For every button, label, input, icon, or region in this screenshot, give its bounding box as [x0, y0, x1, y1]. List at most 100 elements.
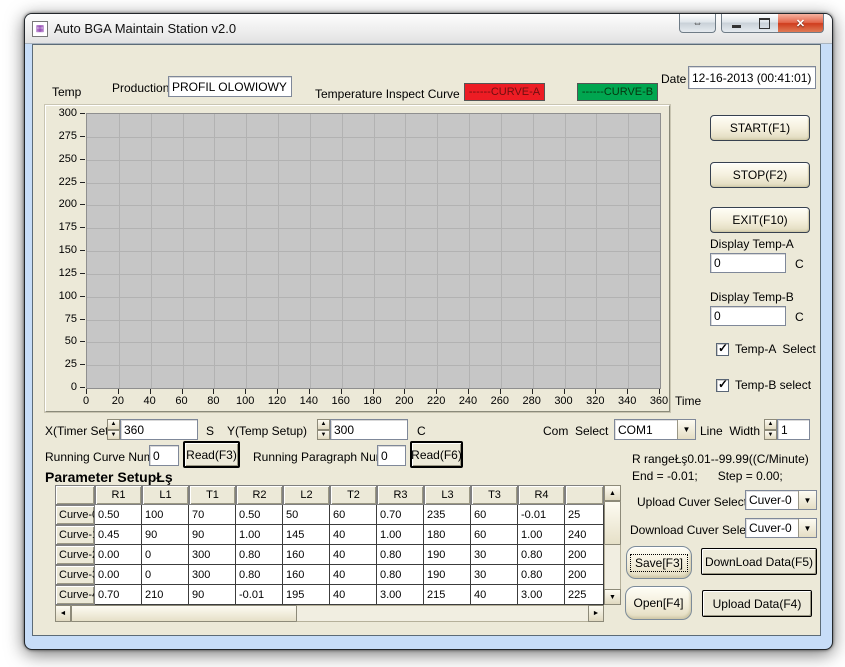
- table-cell[interactable]: 0.80: [236, 565, 283, 585]
- line-width-spinner[interactable]: ▲▼: [764, 419, 777, 440]
- column-header-L1[interactable]: L1: [142, 485, 189, 505]
- table-cell-partial[interactable]: 225: [565, 585, 604, 605]
- table-cell[interactable]: 0: [142, 545, 189, 565]
- table-cell[interactable]: 90: [142, 525, 189, 545]
- table-cell[interactable]: 0.70: [377, 505, 424, 525]
- table-cell[interactable]: 0: [142, 565, 189, 585]
- column-header-L2[interactable]: L2: [283, 485, 330, 505]
- spin-up-icon[interactable]: ▲: [764, 419, 777, 430]
- display-temp-a-input[interactable]: [710, 253, 786, 273]
- running-curve-number-input[interactable]: [149, 445, 179, 466]
- row-header-Curve-1[interactable]: Curve-1: [55, 525, 95, 545]
- exit-button[interactable]: EXIT(F10): [710, 207, 810, 233]
- table-cell[interactable]: 190: [424, 565, 471, 585]
- row-header-Curve-0[interactable]: Curve-0: [55, 505, 95, 525]
- column-header-R3[interactable]: R3: [377, 485, 424, 505]
- table-cell[interactable]: 300: [189, 545, 236, 565]
- table-cell[interactable]: 0.80: [518, 545, 565, 565]
- com-select-dropdown[interactable]: COM1 ▼: [614, 419, 696, 440]
- table-cell[interactable]: 60: [471, 525, 518, 545]
- column-header-L3[interactable]: L3: [424, 485, 471, 505]
- table-cell[interactable]: 60: [330, 505, 377, 525]
- table-cell[interactable]: 40: [330, 565, 377, 585]
- table-cell[interactable]: 30: [471, 565, 518, 585]
- open-f4-button[interactable]: Open[F4]: [625, 586, 692, 620]
- upload-cuver-dropdown[interactable]: Cuver-0 ▼: [745, 490, 817, 510]
- table-cell[interactable]: 235: [424, 505, 471, 525]
- checkbox-checked-icon[interactable]: [716, 343, 729, 356]
- scroll-left-icon[interactable]: ◄: [55, 605, 71, 622]
- table-cell[interactable]: 3.00: [518, 585, 565, 605]
- table-cell[interactable]: 190: [424, 545, 471, 565]
- column-header-T3[interactable]: T3: [471, 485, 518, 505]
- table-cell[interactable]: -0.01: [518, 505, 565, 525]
- table-cell[interactable]: 0.80: [518, 565, 565, 585]
- horizontal-scroll-thumb[interactable]: [71, 605, 297, 622]
- table-cell[interactable]: 0.50: [236, 505, 283, 525]
- table-cell[interactable]: 210: [142, 585, 189, 605]
- table-cell[interactable]: 90: [189, 525, 236, 545]
- table-cell[interactable]: 40: [330, 525, 377, 545]
- save-f3-button[interactable]: Save[F3]: [626, 546, 692, 579]
- download-data-f5-button[interactable]: DownLoad Data(F5): [701, 548, 817, 575]
- table-cell[interactable]: 300: [189, 565, 236, 585]
- table-cell-partial[interactable]: 25: [565, 505, 604, 525]
- column-header-T2[interactable]: T2: [330, 485, 377, 505]
- table-cell[interactable]: 90: [189, 585, 236, 605]
- running-paragraph-number-input[interactable]: [377, 445, 406, 466]
- table-cell[interactable]: 100: [142, 505, 189, 525]
- read-f6-button[interactable]: Read(F6): [410, 441, 463, 468]
- temp-b-select-checkbox[interactable]: Temp-B select: [716, 378, 811, 392]
- table-cell[interactable]: 180: [424, 525, 471, 545]
- table-cell[interactable]: 0.80: [377, 565, 424, 585]
- table-cell[interactable]: 40: [471, 585, 518, 605]
- x-timer-input[interactable]: [120, 419, 198, 440]
- start-button[interactable]: START(F1): [710, 115, 810, 141]
- table-cell[interactable]: 160: [283, 565, 330, 585]
- download-cuver-dropdown[interactable]: Cuver-0 ▼: [745, 518, 817, 538]
- table-cell[interactable]: 50: [283, 505, 330, 525]
- stop-button[interactable]: STOP(F2): [710, 162, 810, 188]
- title-bar[interactable]: ▦ Auto BGA Maintain Station v2.0 ⇔ ✕: [25, 14, 832, 44]
- vertical-scroll-thumb[interactable]: [604, 501, 621, 545]
- checkbox-checked-icon[interactable]: [716, 379, 729, 392]
- table-cell[interactable]: 195: [283, 585, 330, 605]
- y-temp-spinner[interactable]: ▲▼: [317, 419, 330, 440]
- table-cell[interactable]: 0.80: [377, 545, 424, 565]
- table-cell[interactable]: 215: [424, 585, 471, 605]
- table-cell[interactable]: 1.00: [236, 525, 283, 545]
- table-cell-partial[interactable]: 200: [565, 565, 604, 585]
- read-f3-button[interactable]: Read(F3): [183, 441, 240, 468]
- spin-down-icon[interactable]: ▼: [764, 430, 777, 441]
- column-header-R2[interactable]: R2: [236, 485, 283, 505]
- scroll-right-icon[interactable]: ►: [588, 605, 604, 622]
- spin-up-icon[interactable]: ▲: [317, 419, 330, 430]
- table-cell[interactable]: 0.70: [95, 585, 142, 605]
- table-cell[interactable]: 1.00: [377, 525, 424, 545]
- chevron-down-icon[interactable]: ▼: [798, 491, 816, 509]
- column-header-R4[interactable]: R4: [518, 485, 565, 505]
- column-header-T1[interactable]: T1: [189, 485, 236, 505]
- table-cell[interactable]: 30: [471, 545, 518, 565]
- table-cell[interactable]: 3.00: [377, 585, 424, 605]
- scroll-up-icon[interactable]: ▲: [604, 485, 621, 501]
- chevron-down-icon[interactable]: ▼: [677, 420, 695, 439]
- table-cell[interactable]: 0.00: [95, 565, 142, 585]
- table-cell[interactable]: 0.00: [95, 545, 142, 565]
- row-header-Curve-4[interactable]: Curve-4: [55, 585, 95, 605]
- table-cell[interactable]: 40: [330, 545, 377, 565]
- production-input[interactable]: [168, 76, 292, 97]
- table-cell[interactable]: 40: [330, 585, 377, 605]
- chevron-down-icon[interactable]: ▼: [798, 519, 816, 537]
- table-cell[interactable]: 0.45: [95, 525, 142, 545]
- table-cell-partial[interactable]: 200: [565, 545, 604, 565]
- table-cell[interactable]: 0.80: [236, 545, 283, 565]
- table-cell[interactable]: 60: [471, 505, 518, 525]
- date-input[interactable]: [688, 66, 816, 89]
- minimize-icon[interactable]: [721, 14, 751, 33]
- spin-down-icon[interactable]: ▼: [107, 430, 120, 441]
- y-temp-input[interactable]: [330, 419, 408, 440]
- table-cell[interactable]: 70: [189, 505, 236, 525]
- scroll-down-icon[interactable]: ▼: [604, 589, 621, 605]
- display-temp-b-input[interactable]: [710, 306, 786, 326]
